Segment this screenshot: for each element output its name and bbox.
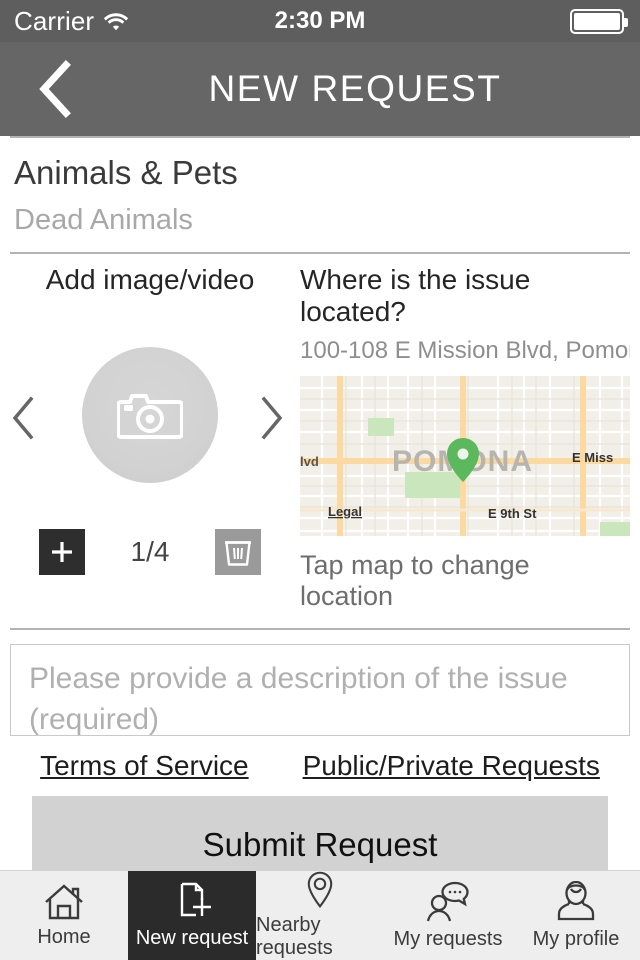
location-map[interactable]: POMONA lvd E Miss Legal E 9th St bbox=[300, 376, 630, 537]
description-section: Please provide a description of the issu… bbox=[0, 630, 640, 737]
chevron-right-icon bbox=[261, 396, 283, 440]
document-plus-icon bbox=[180, 882, 211, 916]
clock-label: 2:30 PM bbox=[274, 7, 366, 34]
footer-links: Terms of Service Public/Private Requests bbox=[0, 750, 640, 782]
plus-icon bbox=[51, 542, 72, 563]
map-pin-icon bbox=[307, 871, 333, 909]
media-section-title: Add image/video bbox=[45, 264, 255, 296]
main-content: Animals & Pets Dead Animals Add image/vi… bbox=[0, 136, 640, 895]
svg-text:E 9th St: E 9th St bbox=[488, 506, 537, 521]
chevron-left-icon bbox=[12, 396, 34, 440]
location-address: 100-108 E Mission Blvd, Pomon… bbox=[300, 337, 630, 365]
wifi-icon bbox=[103, 11, 129, 31]
tab-label: My profile bbox=[532, 927, 620, 950]
status-left: Carrier bbox=[0, 6, 211, 37]
media-prev-button[interactable] bbox=[8, 395, 48, 440]
subcategory-name: Dead Animals bbox=[14, 204, 193, 237]
media-section: Add image/video 1/4 bbox=[0, 264, 300, 612]
public-private-requests-link[interactable]: Public/Private Requests bbox=[303, 750, 600, 782]
media-carousel bbox=[0, 302, 300, 527]
person-icon bbox=[557, 880, 595, 920]
description-placeholder: Please provide a description of the issu… bbox=[29, 662, 568, 736]
location-section-title: Where is the issue located? bbox=[300, 264, 531, 328]
carrier-label: Carrier bbox=[14, 5, 95, 36]
tab-label: Home bbox=[37, 925, 91, 948]
terms-of-service-link[interactable]: Terms of Service bbox=[40, 750, 249, 782]
tab-label: My requests bbox=[393, 927, 503, 950]
location-section: Where is the issue located? 100-108 E Mi… bbox=[300, 264, 640, 612]
app-screen: Carrier 2:30 PM NEW REQUEST Animals & Pe… bbox=[0, 0, 640, 960]
svg-text:Legal: Legal bbox=[328, 504, 362, 519]
battery-full-icon bbox=[569, 8, 628, 34]
svg-text:lvd: lvd bbox=[300, 454, 319, 469]
category-name: Animals & Pets bbox=[14, 154, 238, 191]
add-photo-button[interactable] bbox=[38, 529, 85, 576]
chevron-left-icon bbox=[39, 60, 71, 118]
delete-photo-button[interactable] bbox=[215, 529, 262, 576]
category-section[interactable]: Animals & Pets Dead Animals bbox=[0, 138, 640, 252]
tab-my-profile[interactable]: My profile bbox=[512, 871, 640, 960]
svg-text:E Miss: E Miss bbox=[572, 450, 613, 465]
media-counter: 1/4 bbox=[130, 536, 170, 568]
media-location-row: Add image/video 1/4 Where is the issue l… bbox=[0, 254, 640, 612]
photo-placeholder-button[interactable] bbox=[82, 346, 218, 483]
page-title: NEW REQUEST bbox=[208, 68, 502, 109]
media-next-button[interactable] bbox=[256, 395, 296, 440]
status-bar: Carrier 2:30 PM bbox=[0, 0, 640, 42]
camera-icon bbox=[117, 393, 183, 439]
tab-label: New request bbox=[135, 926, 249, 949]
trash-icon bbox=[225, 541, 252, 566]
media-actions: 1/4 bbox=[0, 529, 300, 576]
tab-my-requests[interactable]: My requests bbox=[384, 871, 512, 960]
navigation-bar: NEW REQUEST bbox=[0, 42, 640, 136]
map-hint-label: Tap map to change location bbox=[300, 550, 530, 612]
home-icon bbox=[45, 883, 83, 919]
description-input[interactable]: Please provide a description of the issu… bbox=[10, 644, 630, 737]
tab-home[interactable]: Home bbox=[0, 871, 128, 960]
person-chat-icon bbox=[426, 881, 469, 921]
status-right bbox=[429, 8, 640, 34]
tab-nearby-requests[interactable]: Nearby requests bbox=[256, 871, 384, 960]
tab-new-request[interactable]: New request bbox=[128, 871, 256, 960]
bottom-tab-bar: Home New request Nearby requests My requ… bbox=[0, 870, 640, 960]
tab-label: Nearby requests bbox=[256, 914, 333, 959]
